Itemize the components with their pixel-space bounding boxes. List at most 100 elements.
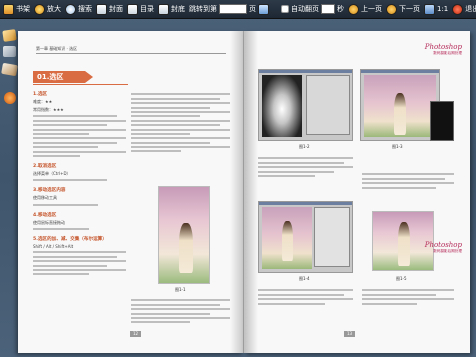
bookshelf-icon <box>3 3 14 15</box>
search-label: 搜索 <box>78 5 92 13</box>
front-cover-label: 封面 <box>109 5 123 13</box>
logo-title: Photoshop <box>424 241 462 249</box>
next-page-button[interactable]: 下一页 <box>386 2 420 17</box>
body-line <box>33 132 89 135</box>
body-line <box>33 119 126 122</box>
body-line <box>258 293 344 296</box>
bookmark-icon[interactable] <box>2 29 17 42</box>
auto-flip-label: 自动翻页 <box>291 5 319 13</box>
body-line <box>131 124 221 127</box>
body-line <box>131 115 201 118</box>
section-title: 1.选区 <box>33 92 48 97</box>
left-page[interactable]: 第一章 基础知识 · 选区 01.选区 1.选区 难度：★★ 常用指数：★★★ … <box>18 31 244 353</box>
search-button[interactable]: 搜索 <box>65 2 92 17</box>
header-rule <box>36 53 226 54</box>
jump-to-label: 跳转到第 <box>189 5 217 13</box>
jump-go-icon[interactable] <box>258 3 269 15</box>
exit-button[interactable]: 退出 <box>452 2 476 17</box>
body-line <box>131 321 191 324</box>
zoom-in-button[interactable]: 放大 <box>34 2 61 17</box>
exit-icon <box>452 3 464 15</box>
section-meta: 选择菜单（Ctrl+D） <box>33 170 71 176</box>
body-line <box>258 298 353 301</box>
auto-flip-checkbox[interactable] <box>281 5 289 13</box>
body-line <box>33 269 126 272</box>
body-line <box>258 166 353 169</box>
right-page[interactable]: Photoshop 数码摄影后期处理 图1-2 图1-3 图1-4 Photos… <box>244 31 470 353</box>
back-cover-button[interactable]: 封底 <box>158 2 185 17</box>
body-text-block <box>258 155 353 177</box>
photo-canvas <box>364 75 436 137</box>
body-line <box>33 255 117 258</box>
figure-caption: 图1-1 <box>175 287 186 292</box>
bookshelf-label: 书架 <box>16 5 30 13</box>
section-meta: 使用移动工具 <box>33 195 57 201</box>
body-line <box>258 289 353 292</box>
body-line <box>131 312 211 315</box>
prev-page-button[interactable]: 上一页 <box>348 2 382 17</box>
toc-label: 目录 <box>140 5 154 13</box>
next-page-label: 下一页 <box>399 5 420 13</box>
body-line <box>33 251 126 254</box>
right-column-tail <box>131 297 230 324</box>
model-figure <box>398 222 410 266</box>
body-line <box>33 264 108 267</box>
front-cover-button[interactable]: 封面 <box>96 2 123 17</box>
body-line <box>362 298 454 301</box>
layers-panel <box>314 207 350 267</box>
body-line <box>362 186 436 189</box>
body-line <box>131 128 230 131</box>
toc-icon <box>127 3 138 15</box>
screenshot-figure <box>360 69 440 141</box>
body-line <box>33 203 99 206</box>
running-head: 第一章 基础知识 · 选区 <box>36 46 78 51</box>
body-line <box>33 260 126 263</box>
body-line <box>33 141 117 144</box>
notes-icon[interactable] <box>3 46 16 57</box>
book-spread[interactable]: 第一章 基础知识 · 选区 01.选区 1.选区 难度：★★ 常用指数：★★★ … <box>18 25 470 357</box>
body-line <box>131 303 221 306</box>
auto-flip-seconds-input[interactable] <box>321 4 335 14</box>
body-line <box>131 150 181 153</box>
auto-flip-toggle[interactable]: 自动翻页 秒 <box>281 2 344 17</box>
model-figure <box>394 93 406 135</box>
body-line <box>131 146 230 149</box>
thumbnail-icon[interactable] <box>1 62 18 77</box>
body-line <box>258 161 344 164</box>
toc-button[interactable]: 目录 <box>127 2 154 17</box>
body-line <box>33 228 89 231</box>
body-text-block <box>362 171 454 189</box>
left-page-number: 12 <box>130 331 142 337</box>
figure-label: 图1-2 <box>299 144 310 149</box>
side-dock <box>0 26 18 104</box>
figure-label: 图1-3 <box>392 144 403 149</box>
left-column: 1.选区 难度：★★ 常用指数：★★★ 2.取消选区 选择菜单（Ctrl+D） … <box>33 91 126 276</box>
body-line <box>131 97 221 100</box>
actual-size-button[interactable]: 1:1 <box>424 2 448 17</box>
help-icon[interactable] <box>4 92 16 104</box>
body-line <box>33 128 126 131</box>
screenshot-figure <box>258 201 353 273</box>
section-meta: 难度：★★ <box>33 99 53 104</box>
page-number-input[interactable] <box>219 4 247 14</box>
body-line <box>362 289 454 292</box>
body-line <box>131 141 211 144</box>
body-line <box>131 137 230 140</box>
section-title: 2.取消选区 <box>33 163 57 169</box>
window-titlebar <box>259 202 352 205</box>
logo-subtitle: 数码摄影后期处理 <box>433 249 462 253</box>
body-line <box>362 182 454 185</box>
body-line <box>131 110 230 113</box>
body-line <box>33 137 126 140</box>
body-line <box>362 302 418 305</box>
dark-layer-thumbnail <box>430 101 454 141</box>
bookshelf-button[interactable]: 书架 <box>3 2 30 17</box>
body-line <box>33 273 89 276</box>
body-line <box>33 154 80 157</box>
section-title: 3.移动选区内容 <box>33 188 66 194</box>
layers-panel <box>306 75 350 135</box>
body-line <box>258 302 325 305</box>
body-text-block <box>258 287 353 305</box>
prev-arrow-icon <box>348 3 359 15</box>
model-figure <box>179 223 193 273</box>
